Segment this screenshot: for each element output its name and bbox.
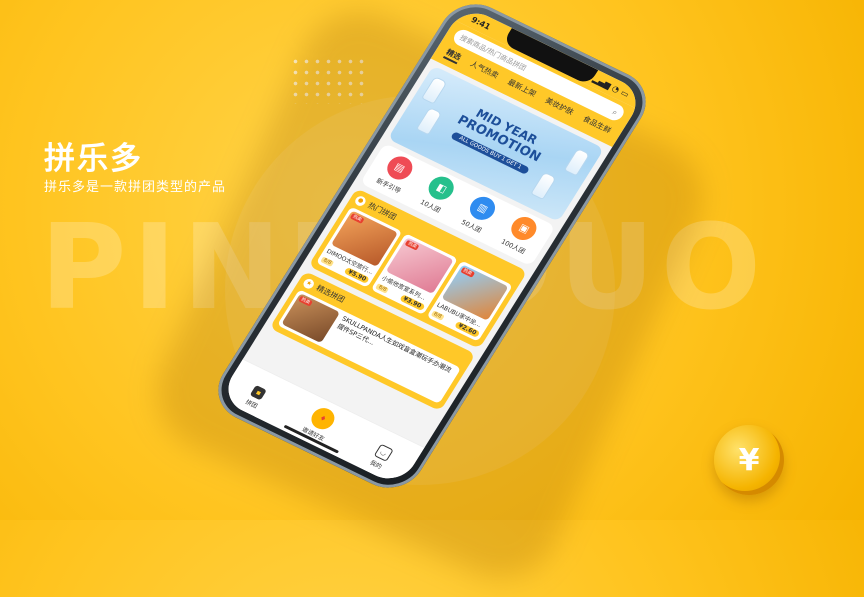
fire-icon: ● bbox=[353, 194, 368, 208]
star-icon: ★ bbox=[301, 276, 317, 290]
bottle-image bbox=[531, 172, 556, 199]
hot-tag: 热卖 bbox=[404, 239, 420, 251]
nav-group[interactable]: ▪ 拼团 bbox=[244, 385, 268, 410]
hot-tag: 热卖 bbox=[298, 295, 313, 307]
category-50[interactable]: ▥ 50人团 bbox=[458, 192, 500, 235]
category-guide[interactable]: ▤ 新手引导 bbox=[375, 152, 418, 195]
hot-tag: 热卖 bbox=[459, 266, 475, 278]
brand-tagline: 拼乐多是一款拼团类型的产品 bbox=[44, 180, 227, 195]
tab-featured[interactable]: 精选 bbox=[442, 46, 464, 65]
yuan-coin-icon: ¥ bbox=[714, 425, 784, 495]
category-10[interactable]: ◧ 10人团 bbox=[417, 172, 459, 215]
hot-tag: 热卖 bbox=[349, 213, 365, 224]
brand-title: 拼乐多 bbox=[44, 141, 143, 177]
category-100[interactable]: ▣ 100人团 bbox=[500, 213, 543, 256]
nav-profile[interactable]: ◡ 我的 bbox=[368, 443, 394, 471]
